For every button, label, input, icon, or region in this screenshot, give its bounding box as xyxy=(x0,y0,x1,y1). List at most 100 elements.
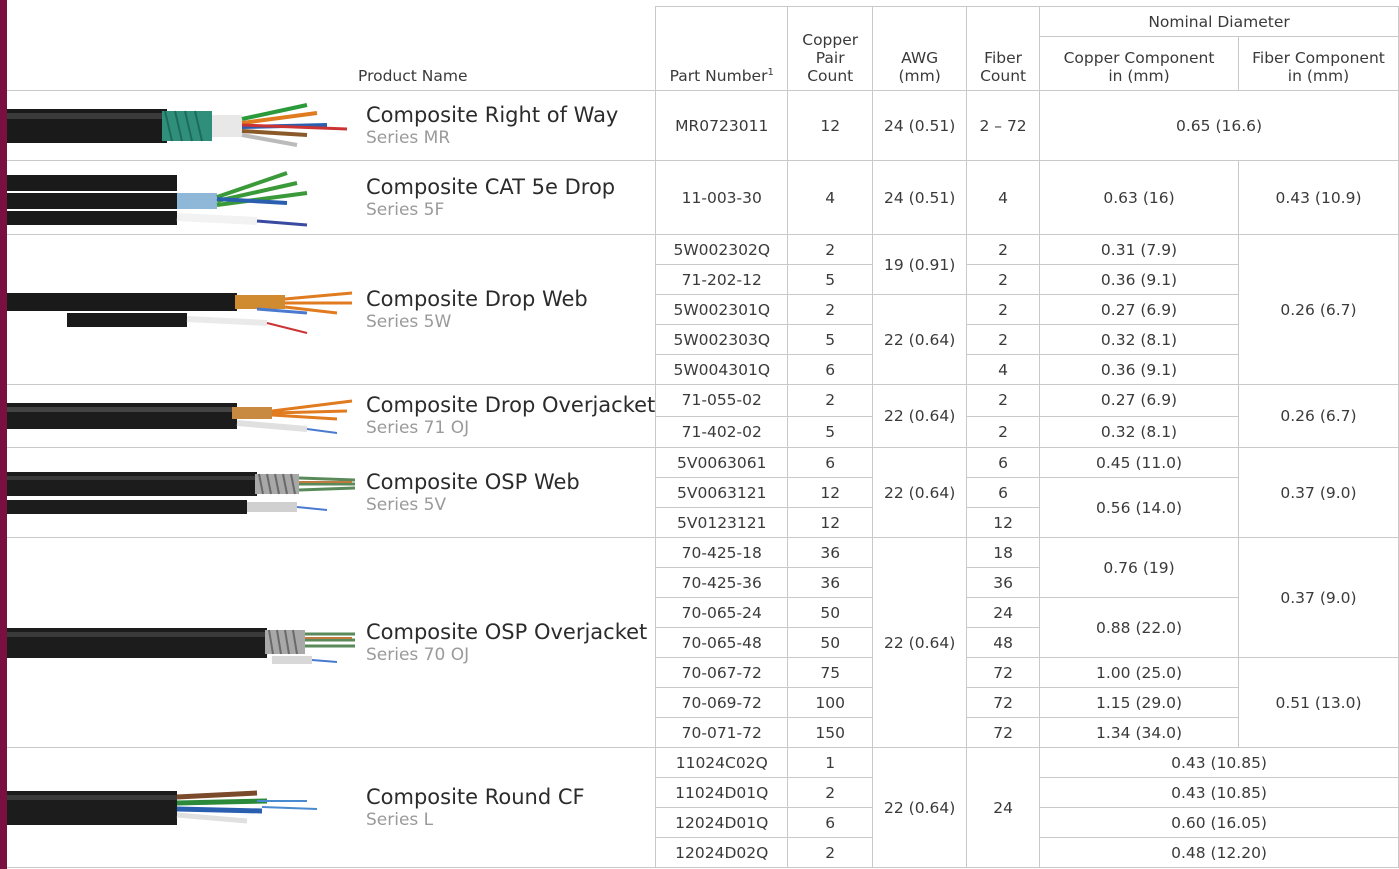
copper-component-cell: 0.31 (7.9) xyxy=(1039,234,1239,265)
cable-osp-overjacket-image xyxy=(7,627,355,664)
pair-count-cell: 6 xyxy=(787,447,874,478)
cable-right-of-way-image xyxy=(7,102,348,147)
pair-count-cell: 5 xyxy=(787,415,874,448)
diameter-cell: 0.43 (10.85) xyxy=(1039,777,1399,808)
fiber-count-cell: 2 xyxy=(966,324,1041,355)
product-name: Composite Drop Web xyxy=(366,286,588,311)
col-header-copper-pair-count: Copper Pair Count xyxy=(787,6,874,91)
product-cell: Composite CAT 5e Drop Series 5F xyxy=(7,160,657,235)
part-number-cell: 5W002303Q xyxy=(655,324,789,355)
cable-drop-web-image xyxy=(7,291,353,334)
copper-component-cell: 0.36 (9.1) xyxy=(1039,264,1239,295)
cable-round-cf-image xyxy=(7,790,318,825)
fiber-count-cell: 36 xyxy=(966,567,1041,598)
fiber-component-cell: 0.37 (9.0) xyxy=(1237,447,1399,538)
product-name: Composite Round CF xyxy=(366,784,585,809)
product-series: Series 5F xyxy=(366,199,445,220)
pair-count-cell: 1 xyxy=(787,747,874,778)
pair-count-cell: 12 xyxy=(787,507,874,538)
table-row: Composite OSP Overjacket Series 70 OJ 70… xyxy=(7,537,1399,748)
part-number-cell: 12024D02Q xyxy=(655,837,789,868)
fiber-count-cell: 4 xyxy=(966,354,1041,385)
part-number-cell: 11024C02Q xyxy=(655,747,789,778)
product-table: Product Name Part Number1 Copper Pair Co… xyxy=(7,6,1399,868)
awg-cell: 22 (0.64) xyxy=(872,747,968,868)
part-number-cell: 5V0063061 xyxy=(655,447,789,478)
part-number-label: Part Number xyxy=(669,67,768,85)
fiber-component-label: Fiber Component in (mm) xyxy=(1252,49,1385,85)
product-series: Series 71 OJ xyxy=(366,418,470,438)
pair-count-cell: 36 xyxy=(787,537,874,568)
fiber-count-cell: 6 xyxy=(966,447,1041,478)
diameter-cell: 0.60 (16.05) xyxy=(1039,807,1399,838)
fiber-count-cell: 2 xyxy=(966,234,1041,265)
part-number-cell: 11024D01Q xyxy=(655,777,789,808)
copper-component-cell: 0.32 (8.1) xyxy=(1039,415,1239,448)
col-header-part-number: Part Number1 xyxy=(655,6,789,91)
table-row: Composite Round CF Series L 11024C02Q 1 … xyxy=(7,747,1399,868)
awg-label: AWG (mm) xyxy=(898,49,941,85)
fiber-count-cell: 2 xyxy=(966,415,1041,448)
table-row: Composite OSP Web Series 5V 5V0063061 6 … xyxy=(7,447,1399,538)
pair-count-cell: 12 xyxy=(787,90,874,161)
copper-component-cell: 1.34 (34.0) xyxy=(1039,717,1239,748)
diameter-cell: 0.48 (12.20) xyxy=(1039,837,1399,868)
copper-component-cell: 0.27 (6.9) xyxy=(1039,294,1239,325)
copper-component-cell: 0.63 (16) xyxy=(1039,160,1239,235)
table-row: Composite Drop Overjacket Series 71 OJ 7… xyxy=(7,384,1399,448)
part-number-cell: 5V0063121 xyxy=(655,477,789,508)
copper-component-cell: 0.88 (22.0) xyxy=(1039,597,1239,658)
copper-component-cell: 0.36 (9.1) xyxy=(1039,354,1239,385)
cable-drop-overjacket-image xyxy=(7,399,353,434)
part-number-cell: 5W002301Q xyxy=(655,294,789,325)
product-name: Composite CAT 5e Drop xyxy=(366,174,616,199)
fiber-component-cell: 0.51 (13.0) xyxy=(1237,657,1399,748)
fiber-count-cell: 4 xyxy=(966,160,1041,235)
product-series: Series 5V xyxy=(366,494,447,515)
fiber-count-cell: 2 xyxy=(966,294,1041,325)
product-cell: Composite OSP Overjacket Series 70 OJ xyxy=(7,537,657,748)
cable-cat5e-drop-image xyxy=(7,170,308,226)
copper-component-cell: 0.27 (6.9) xyxy=(1039,384,1239,417)
cable-osp-web-image xyxy=(7,471,355,514)
part-number-cell: 70-069-72 xyxy=(655,687,789,718)
copper-component-cell: 0.56 (14.0) xyxy=(1039,477,1239,538)
awg-cell: 19 (0.91) xyxy=(872,234,968,295)
pair-count-cell: 75 xyxy=(787,657,874,688)
awg-cell: 22 (0.64) xyxy=(872,537,968,748)
part-number-cell: 12024D01Q xyxy=(655,807,789,838)
product-name: Composite OSP Overjacket xyxy=(366,619,648,644)
fiber-component-cell: 0.26 (6.7) xyxy=(1237,234,1399,385)
part-number-cell: 71-055-02 xyxy=(655,384,789,417)
fiber-count-cell: 48 xyxy=(966,627,1041,658)
copper-component-cell: 1.00 (25.0) xyxy=(1039,657,1239,688)
fiber-count-cell: 18 xyxy=(966,537,1041,568)
pair-count-cell: 50 xyxy=(787,627,874,658)
fiber-component-cell: 0.43 (10.9) xyxy=(1237,160,1399,235)
pair-count-cell: 5 xyxy=(787,324,874,355)
fiber-count-cell: 24 xyxy=(966,747,1041,868)
col-header-nominal-diameter: Nominal Diameter xyxy=(1039,6,1399,37)
fiber-component-cell: 0.26 (6.7) xyxy=(1237,384,1399,448)
fiber-count-cell: 2 xyxy=(966,384,1041,417)
fiber-count-cell: 72 xyxy=(966,657,1041,688)
product-name: Composite OSP Web xyxy=(366,469,580,494)
copper-component-cell: 1.15 (29.0) xyxy=(1039,687,1239,718)
pair-count-cell: 100 xyxy=(787,687,874,718)
pair-count-cell: 2 xyxy=(787,777,874,808)
pair-count-cell: 5 xyxy=(787,264,874,295)
fiber-component-cell: 0.37 (9.0) xyxy=(1237,537,1399,658)
awg-cell: 24 (0.51) xyxy=(872,90,968,161)
pair-count-cell: 50 xyxy=(787,597,874,628)
accent-bar xyxy=(0,0,7,869)
product-series: Series 5W xyxy=(366,311,452,332)
part-number-cell: 5W002302Q xyxy=(655,234,789,265)
fiber-count-cell: 24 xyxy=(966,597,1041,628)
part-number-cell: MR0723011 xyxy=(655,90,789,161)
part-number-cell: 70-071-72 xyxy=(655,717,789,748)
fiber-count-cell: 6 xyxy=(966,477,1041,508)
part-number-cell: 71-202-12 xyxy=(655,264,789,295)
pair-count-cell: 36 xyxy=(787,567,874,598)
product-name: Composite Right of Way xyxy=(366,102,619,127)
pair-count-cell: 6 xyxy=(787,807,874,838)
